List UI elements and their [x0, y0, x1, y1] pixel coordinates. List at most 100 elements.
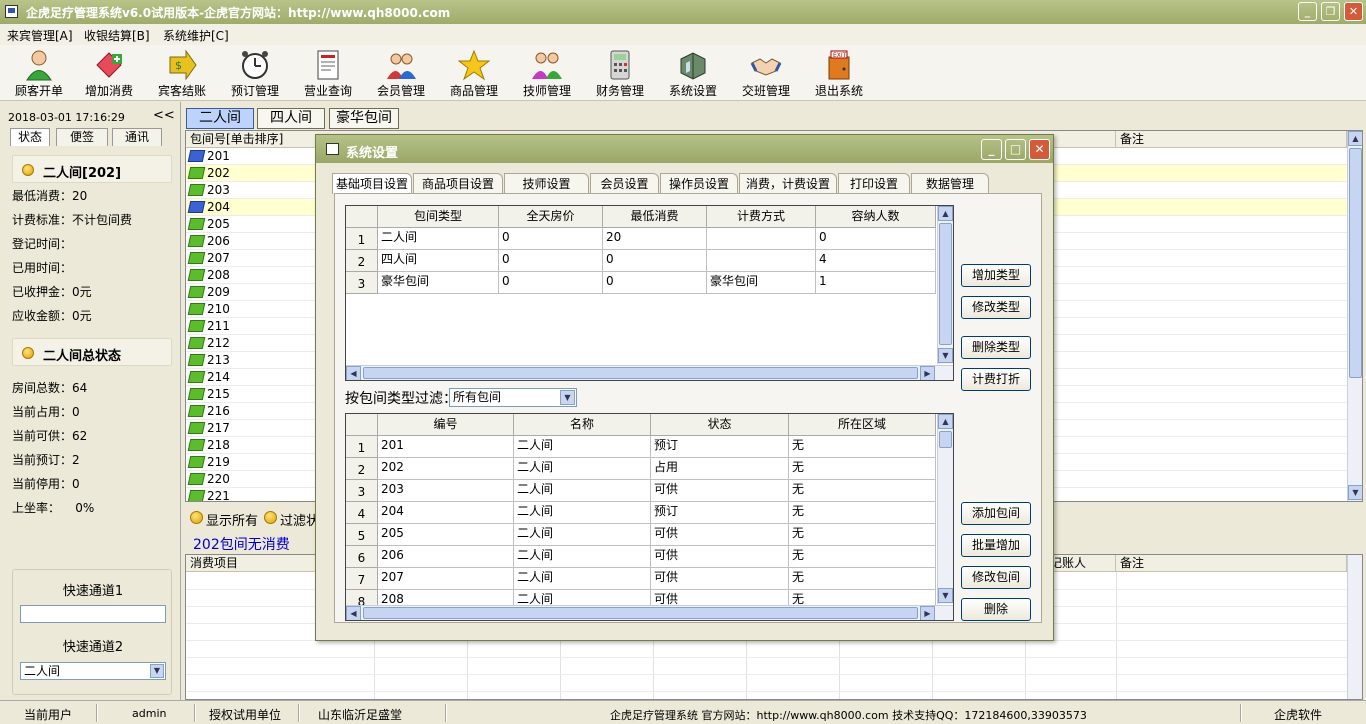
room-grid-scrollbar[interactable]: ▲ ▼: [1347, 131, 1362, 501]
grid-cell[interactable]: 可供: [651, 546, 789, 568]
grid-cell[interactable]: 预订: [651, 436, 789, 458]
grid-cell[interactable]: [707, 250, 816, 272]
menu-cashier[interactable]: 收银结算[B]: [84, 27, 150, 44]
grid-cell[interactable]: 占用: [651, 458, 789, 480]
room-type-grid-vscroll[interactable]: ▲ ▼: [937, 206, 953, 364]
scroll-down-icon[interactable]: ▼: [938, 348, 953, 363]
quick-channel-2-select[interactable]: 二人间 ▼: [20, 662, 166, 680]
grid-cell[interactable]: 无: [789, 568, 936, 590]
grid-cell[interactable]: 无: [789, 502, 936, 524]
grid-cell[interactable]: 四人间: [378, 250, 499, 272]
column-header-min-consumption[interactable]: 最低消费: [603, 206, 707, 228]
grid-cell[interactable]: 201: [378, 436, 514, 458]
grid-cell[interactable]: 预订: [651, 502, 789, 524]
grid-cell[interactable]: 可供: [651, 480, 789, 502]
scroll-down-icon[interactable]: ▼: [1348, 485, 1362, 500]
grid-cell[interactable]: 0: [499, 250, 603, 272]
grid-cell[interactable]: [707, 228, 816, 250]
scroll-thumb[interactable]: [363, 367, 918, 379]
scroll-down-icon[interactable]: ▼: [938, 588, 953, 603]
scroll-left-icon[interactable]: ◀: [346, 366, 361, 380]
finance-management-button[interactable]: 财务管理: [587, 47, 653, 99]
column-header-remark[interactable]: 备注: [1116, 131, 1347, 148]
room-type-filter-select[interactable]: 所有包间 ▼: [449, 388, 577, 407]
tab-basic-settings[interactable]: 基础项目设置: [332, 173, 412, 194]
dialog-maximize-button[interactable]: □: [1005, 139, 1026, 160]
tab-product-settings[interactable]: 商品项目设置: [413, 173, 503, 194]
tab-luxury-room[interactable]: 豪华包间: [329, 108, 399, 129]
grid-cell[interactable]: 二人间: [514, 568, 651, 590]
grid-cell[interactable]: 二人间: [514, 458, 651, 480]
row-number[interactable]: 3: [346, 272, 378, 294]
column-header-bookkeeper[interactable]: 记账人: [1046, 555, 1116, 572]
menu-guest-management[interactable]: 来宾管理[A]: [7, 27, 73, 44]
scroll-up-icon[interactable]: ▲: [938, 414, 953, 429]
grid-cell[interactable]: 无: [789, 480, 936, 502]
edit-room-button[interactable]: 修改包间: [961, 566, 1031, 589]
show-all-button[interactable]: 显示所有: [206, 510, 258, 529]
dialog-minimize-button[interactable]: _: [981, 139, 1002, 160]
minimize-button[interactable]: _: [1298, 2, 1317, 21]
customer-order-button[interactable]: 顾客开单: [6, 47, 72, 99]
grid-cell[interactable]: 0: [499, 228, 603, 250]
close-button[interactable]: ✕: [1344, 2, 1363, 21]
row-number[interactable]: 6: [346, 546, 378, 568]
menu-system-maintenance[interactable]: 系统维护[C]: [163, 27, 229, 44]
delete-type-button[interactable]: 删除类型: [961, 336, 1031, 359]
row-number[interactable]: 3: [346, 480, 378, 502]
grid-cell[interactable]: 二人间: [514, 546, 651, 568]
grid-cell[interactable]: 二人间: [514, 480, 651, 502]
add-consumption-button[interactable]: 增加消费: [76, 47, 142, 99]
grid-cell[interactable]: 207: [378, 568, 514, 590]
grid-cell[interactable]: 无: [789, 524, 936, 546]
column-header-room-area[interactable]: 所在区域: [789, 414, 936, 436]
scroll-up-icon[interactable]: ▲: [938, 206, 953, 221]
grid-cell[interactable]: 4: [816, 250, 936, 272]
tab-operator-settings[interactable]: 操作员设置: [660, 173, 738, 194]
shift-management-button[interactable]: 交班管理: [733, 47, 799, 99]
column-header-remark[interactable]: 备注: [1116, 555, 1347, 572]
column-header-room-type[interactable]: 包间类型: [378, 206, 499, 228]
tab-notes[interactable]: 便签: [56, 128, 108, 146]
scroll-thumb[interactable]: [1349, 148, 1362, 378]
column-header-day-price[interactable]: 全天房价: [499, 206, 603, 228]
row-number[interactable]: 2: [346, 458, 378, 480]
row-number[interactable]: 1: [346, 228, 378, 250]
delete-room-button[interactable]: 删除: [961, 598, 1031, 621]
room-list-grid-hscroll[interactable]: ◀ ▶: [346, 605, 953, 620]
column-header-billing-method[interactable]: 计费方式: [707, 206, 816, 228]
tab-data-management[interactable]: 数据管理: [911, 173, 989, 194]
scroll-thumb[interactable]: [939, 223, 952, 345]
scroll-thumb[interactable]: [363, 607, 918, 619]
grid-cell[interactable]: 无: [789, 436, 936, 458]
row-number[interactable]: 5: [346, 524, 378, 546]
business-query-button[interactable]: 营业查询: [295, 47, 361, 99]
scroll-up-icon[interactable]: ▲: [1348, 131, 1362, 146]
row-number[interactable]: 1: [346, 436, 378, 458]
grid-cell[interactable]: 1: [816, 272, 936, 294]
grid-cell[interactable]: 0: [603, 272, 707, 294]
column-header-room-status[interactable]: 状态: [651, 414, 789, 436]
tab-status[interactable]: 状态: [10, 128, 50, 146]
consumption-grid-scrollbar[interactable]: [1347, 555, 1362, 699]
tab-print-settings[interactable]: 打印设置: [838, 173, 910, 194]
grid-cell[interactable]: 二人间: [514, 436, 651, 458]
grid-cell[interactable]: 可供: [651, 568, 789, 590]
tab-technician-settings[interactable]: 技师设置: [504, 173, 589, 194]
row-number[interactable]: 2: [346, 250, 378, 272]
chevron-down-icon[interactable]: ▼: [560, 390, 575, 405]
collapse-panel-button[interactable]: <<: [153, 108, 175, 123]
grid-cell[interactable]: 豪华包间: [378, 272, 499, 294]
product-management-button[interactable]: 商品管理: [441, 47, 507, 99]
add-type-button[interactable]: 增加类型: [961, 264, 1031, 287]
scroll-right-icon[interactable]: ▶: [920, 606, 935, 620]
add-room-button[interactable]: 添加包间: [961, 502, 1031, 525]
scroll-right-icon[interactable]: ▶: [920, 366, 935, 380]
room-type-grid-hscroll[interactable]: ◀ ▶: [346, 365, 953, 380]
grid-cell[interactable]: 0: [816, 228, 936, 250]
edit-type-button[interactable]: 修改类型: [961, 296, 1031, 319]
scroll-left-icon[interactable]: ◀: [346, 606, 361, 620]
grid-cell[interactable]: 二人间: [514, 524, 651, 546]
grid-cell[interactable]: 二人间: [378, 228, 499, 250]
column-header-capacity[interactable]: 容纳人数: [816, 206, 936, 228]
